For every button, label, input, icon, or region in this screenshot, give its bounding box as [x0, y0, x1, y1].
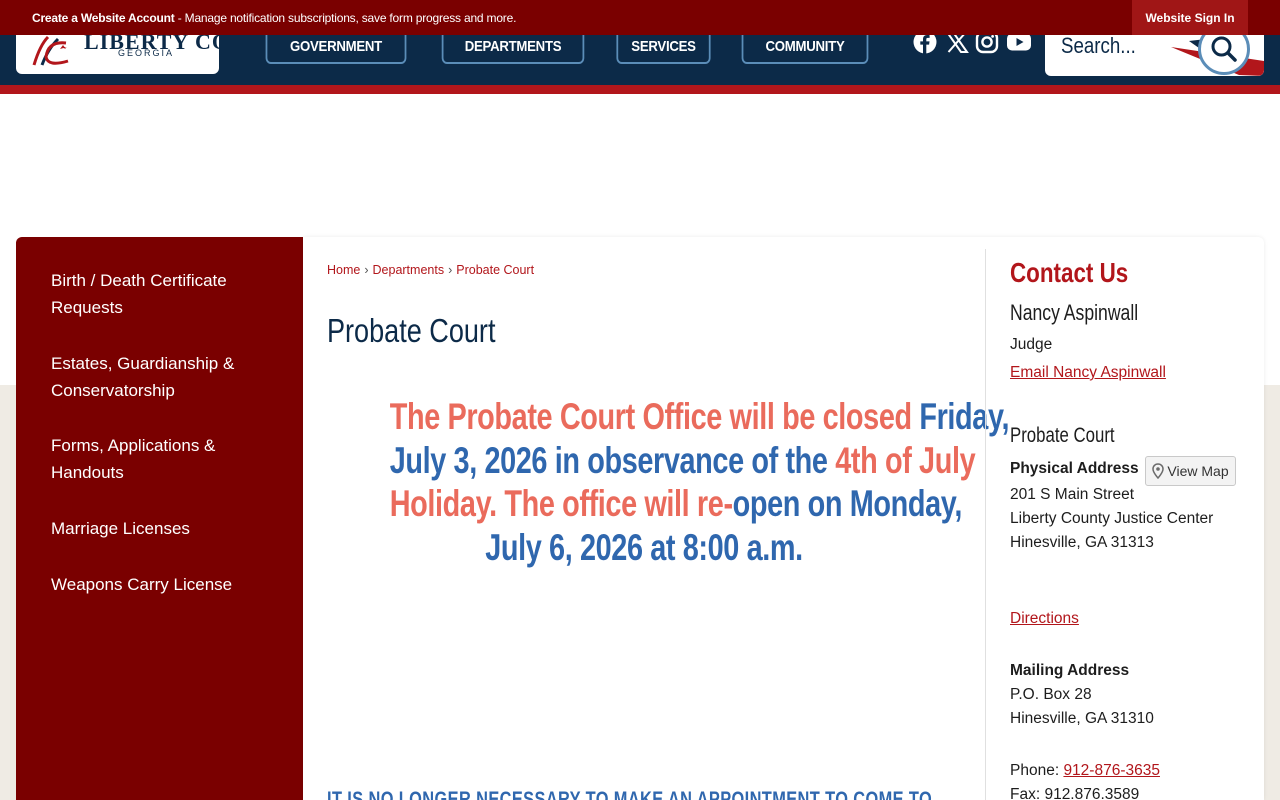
notification-description: - Manage notification subscriptions, sav…: [174, 11, 517, 25]
breadcrumb: Home › Departments › Probate Court: [327, 263, 534, 277]
closure-announcement: The Probate Court Office will be closed …: [318, 395, 1010, 570]
site-logo[interactable]: LIBERTY COUNTY GEORGIA: [16, 35, 219, 74]
sidebar-item-forms-applications[interactable]: Forms, Applications & Handouts: [51, 433, 276, 486]
view-map-button[interactable]: View Map: [1145, 456, 1236, 486]
contact-role: Judge: [1010, 336, 1053, 353]
announcement-text: Holiday. The office will re-: [389, 483, 733, 524]
notification-text: Create a Website Account - Manage notifi…: [32, 11, 516, 25]
announcement-text: The Probate Court Office will be closed: [389, 396, 920, 437]
sidebar-item-marriage-licenses[interactable]: Marriage Licenses: [51, 516, 276, 543]
logo-state: GEORGIA: [118, 48, 175, 58]
contact-heading: Contact Us: [1010, 257, 1129, 288]
sidebar-nav: Birth / Death Certificate Requests Estat…: [16, 237, 303, 800]
map-pin-icon: [1152, 463, 1165, 479]
mailing-line-2: Hinesville, GA 31310: [1010, 710, 1154, 727]
fax-text: Fax: 912.876.3589: [1010, 786, 1140, 800]
announcement-text: 4th of July: [835, 439, 976, 481]
breadcrumb-home[interactable]: Home: [327, 263, 360, 277]
create-account-link[interactable]: Create a Website Account: [32, 11, 175, 25]
phone-label: Phone:: [1010, 762, 1064, 779]
search-input[interactable]: Search...: [1061, 35, 1136, 59]
sidebar-item-birth-death-certificate[interactable]: Birth / Death Certificate Requests: [51, 268, 276, 321]
announcement-text: Friday,: [919, 396, 1010, 437]
appointment-notice: IT IS NO LONGER NECESSARY TO MAKE AN APP…: [327, 788, 933, 800]
announcement-text: open on Monday,: [732, 483, 963, 524]
search-icon: [1211, 36, 1237, 62]
sidebar-item-weapons-carry-license[interactable]: Weapons Carry License: [51, 572, 276, 599]
address-line-3: Hinesville, GA 31313: [1010, 534, 1154, 551]
contact-name: Nancy Aspinwall: [1010, 300, 1139, 325]
directions-link[interactable]: Directions: [1010, 610, 1079, 628]
breadcrumb-current[interactable]: Probate Court: [456, 263, 534, 277]
breadcrumb-separator: ›: [364, 263, 369, 277]
office-name: Probate Court: [1010, 424, 1115, 447]
view-map-label: View Map: [1167, 463, 1229, 479]
physical-address-label: Physical Address: [1010, 460, 1139, 477]
address-line-1: 201 S Main Street: [1010, 486, 1135, 503]
breadcrumb-departments[interactable]: Departments: [373, 263, 445, 277]
column-divider: [985, 249, 986, 800]
header-accent-line: [0, 85, 1280, 94]
announcement-line-2: July 3, 2026 in observance of the 4th of…: [389, 439, 976, 483]
announcement-line-4: July 6, 2026 at 8:00 a.m.: [390, 526, 899, 570]
sidebar-item-estates-guardianship[interactable]: Estates, Guardianship & Conservatorship: [51, 351, 276, 404]
mailing-address-label: Mailing Address: [1010, 662, 1130, 679]
website-sign-in-button[interactable]: Website Sign In: [1132, 0, 1248, 35]
email-link[interactable]: Email Nancy Aspinwall: [1010, 364, 1166, 382]
breadcrumb-separator: ›: [448, 263, 453, 277]
phone-row: Phone: 912-876-3635: [1010, 762, 1160, 780]
phone-link[interactable]: 912-876-3635: [1063, 762, 1160, 779]
mailing-line-1: P.O. Box 28: [1010, 686, 1092, 703]
notification-bar: Create a Website Account - Manage notifi…: [0, 0, 1280, 35]
address-line-2: Liberty County Justice Center: [1010, 510, 1214, 527]
announcement-line-1: The Probate Court Office will be closed …: [390, 395, 1010, 439]
logo-mark-icon: [32, 35, 69, 66]
search-box[interactable]: Search...: [1045, 35, 1264, 76]
announcement-text: July 6, 2026 at 8:00 a.m.: [485, 526, 803, 568]
page-title: Probate Court: [327, 312, 496, 349]
announcement-text: July 3, 2026 in observance of the: [389, 439, 836, 481]
announcement-line-3: Holiday. The office will re-open on Mond…: [389, 482, 963, 526]
